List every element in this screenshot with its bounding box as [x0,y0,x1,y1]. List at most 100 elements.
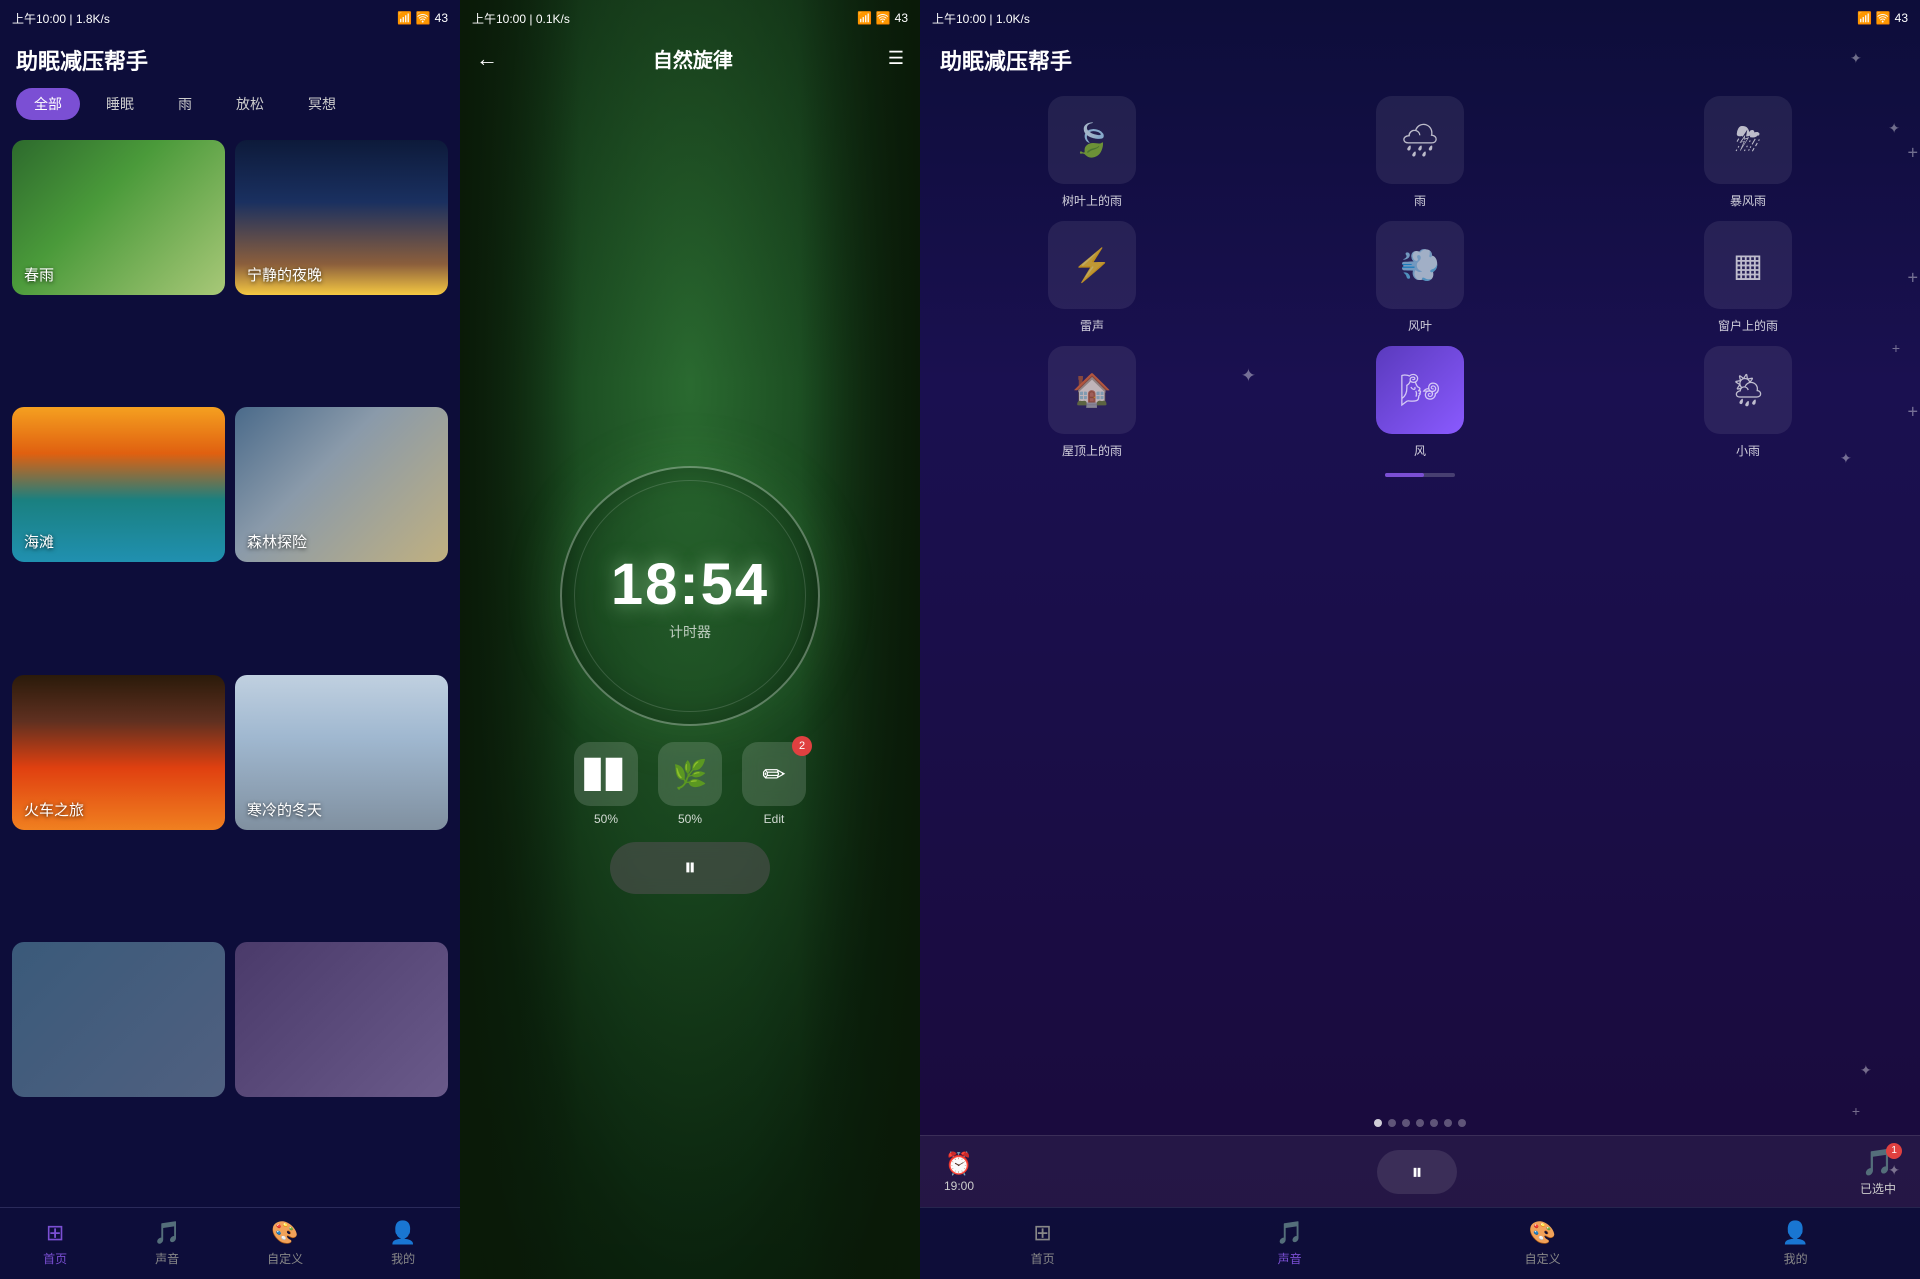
sound-drizzle[interactable]: 🌦 小雨 + [1592,346,1904,477]
app-title-right: 助眠减压帮手 [940,44,1900,76]
right-play-button[interactable]: ⏸ [1377,1150,1457,1194]
play-pause-button[interactable]: ⏸ [610,842,770,894]
grid-item-8[interactable] [235,942,448,1097]
sound-icon-roof-rain: 🏠 [1048,346,1136,434]
selected-icon: 🎵 1 [1862,1147,1894,1178]
wind-slider-track [1385,473,1455,477]
status-bar-middle: 上午10:00 | 0.1K/s 📶 🛜 43 [460,0,920,36]
grid-label-forest: 森林探险 [247,531,307,552]
sound-icon-leaf-rain: 🍃 [1048,96,1136,184]
nav-custom-right[interactable]: 🎨 自定义 [1525,1220,1561,1267]
nav-sound-label-right: 声音 [1278,1250,1302,1267]
nav-home-right[interactable]: ⊞ 首页 [1031,1220,1055,1267]
timer-label: 计时器 [669,622,711,642]
add-window-rain-icon[interactable]: + [1907,267,1918,288]
profile-icon-right: 👤 [1782,1220,1809,1246]
grid-item-7[interactable] [12,942,225,1097]
grid-item-spring[interactable]: 春雨 [12,140,225,295]
sound-roof-rain[interactable]: 🏠 屋顶上的雨 ✦ [936,346,1248,477]
window-rain-label: 窗户上的雨 [1718,317,1778,334]
grid-item-forest[interactable]: 森林探险 [235,407,448,562]
nav-home-label-right: 首页 [1031,1250,1055,1267]
timer-clock-icon: ⏰ [945,1151,972,1177]
nav-custom-left[interactable]: 🎨 自定义 [267,1220,303,1267]
rain-icon: 🌧 [1400,121,1441,159]
filter-rain[interactable]: 雨 [160,88,210,120]
add-roof-rain-icon[interactable]: ✦ [1241,366,1256,387]
filter-meditate[interactable]: 冥想 [290,88,354,120]
grid-label-winter: 寒冷的冬天 [247,799,322,820]
leaf-rain-label: 树叶上的雨 [1062,192,1122,209]
sound-window-rain[interactable]: ▦ 窗户上的雨 + [1592,221,1904,334]
custom-icon-left: 🎨 [271,1220,298,1246]
middle-header: ← 自然旋律 ☰ [460,36,920,81]
grid-item-beach[interactable]: 海滩 [12,407,225,562]
nav-sound-left[interactable]: 🎵 声音 [153,1220,180,1267]
nav-home-label-left: 首页 [43,1250,67,1267]
eq-label: 50% [594,812,618,826]
status-bar-left: 上午10:00 | 1.8K/s 📶 🛜 43 [0,0,460,36]
sound-icon-thunder: ⚡ [1048,221,1136,309]
grid-item-train[interactable]: 火车之旅 [12,675,225,830]
nav-home-left[interactable]: ⊞ 首页 [43,1220,67,1267]
nav-sound-right[interactable]: 🎵 声音 [1276,1220,1303,1267]
controls-row: ▊▊ 50% 🌿 50% 2 ✏ Edit [574,742,806,826]
status-bar-right: 上午10:00 | 1.0K/s 📶 🛜 43 [920,0,1920,36]
dot-7 [1458,1119,1466,1127]
grid-label-spring: 春雨 [24,264,54,285]
sound-rain[interactable]: 🌧 雨 [1264,96,1576,209]
nature-control[interactable]: 🌿 50% [658,742,722,826]
filter-all[interactable]: 全部 [16,88,80,120]
status-time-middle: 上午10:00 | 0.1K/s [472,10,570,27]
eq-icon: ▊▊ [584,758,627,791]
nav-profile-right[interactable]: 👤 我的 [1782,1220,1809,1267]
edit-label: Edit [764,812,785,826]
sound-icon-storm: ⛈ [1704,96,1792,184]
sound-wind-leaves[interactable]: 💨 风叶 [1264,221,1576,334]
drizzle-icon: 🌦 [1728,371,1769,409]
nav-profile-left[interactable]: 👤 我的 [389,1220,416,1267]
sound-leaf-rain[interactable]: 🍃 树叶上的雨 [936,96,1248,209]
filter-sleep[interactable]: 睡眠 [88,88,152,120]
profile-icon-left: 👤 [389,1220,416,1246]
clock-time: 18:54 [611,551,769,618]
left-header: 助眠减压帮手 全部 睡眠 雨 放松 冥想 [0,36,460,132]
sound-thunder[interactable]: ⚡ 雷声 [936,221,1248,334]
grid-item-night[interactable]: 宁静的夜晚 [235,140,448,295]
edit-icon-box: 2 ✏ [742,742,806,806]
nav-sound-label-left: 声音 [155,1250,179,1267]
sound-icon-drizzle: 🌦 [1704,346,1792,434]
panel-middle: 上午10:00 | 0.1K/s 📶 🛜 43 ← 自然旋律 ☰ 18:54 计… [460,0,920,1279]
back-button[interactable]: ← [476,46,498,72]
sound-storm[interactable]: ⛈ 暴风雨 + [1592,96,1904,209]
status-time-right: 上午10:00 | 1.0K/s [932,10,1030,27]
storm-label: 暴风雨 [1730,192,1766,209]
sound-wind[interactable]: 🌬 风 [1264,346,1576,477]
dot-1 [1374,1119,1382,1127]
nav-profile-label-left: 我的 [391,1250,415,1267]
nav-custom-label-right: 自定义 [1525,1250,1561,1267]
selected-indicator[interactable]: 🎵 1 已选中 [1860,1147,1896,1197]
eq-control[interactable]: ▊▊ 50% [574,742,638,826]
add-storm-icon[interactable]: + [1907,142,1918,163]
menu-button[interactable]: ☰ [888,48,904,69]
wind-slider-fill [1385,473,1424,477]
sound-icon-left: 🎵 [153,1220,180,1246]
grid-item-winter[interactable]: 寒冷的冬天 [235,675,448,830]
panel-right: ✦ ✦ + ✦ ✦ + ✦ 上午10:00 | 1.0K/s 📶 🛜 43 助眠… [920,0,1920,1279]
pause-icon: ⏸ [684,854,696,882]
roof-rain-icon: 🏠 [1072,371,1112,409]
content-grid: 春雨 宁静的夜晚 海滩 森林探险 火车之旅 寒冷的冬天 [0,132,460,1207]
add-drizzle-icon[interactable]: + [1907,401,1918,422]
selected-label: 已选中 [1860,1180,1896,1197]
timer-display[interactable]: ⏰ 19:00 [944,1151,974,1193]
right-bottom-bar: ⏰ 19:00 ⏸ 🎵 1 已选中 [920,1135,1920,1207]
sound-grid: 🍃 树叶上的雨 🌧 雨 ⛈ 暴风雨 + ⚡ 雷声 💨 [920,88,1920,1111]
storm-icon: ⛈ [1735,121,1761,159]
dot-3 [1402,1119,1410,1127]
middle-title: 自然旋律 [653,44,733,73]
thunder-icon: ⚡ [1072,246,1112,284]
filter-relax[interactable]: 放松 [218,88,282,120]
sound-icon-window-rain: ▦ [1704,221,1792,309]
edit-control[interactable]: 2 ✏ Edit [742,742,806,826]
